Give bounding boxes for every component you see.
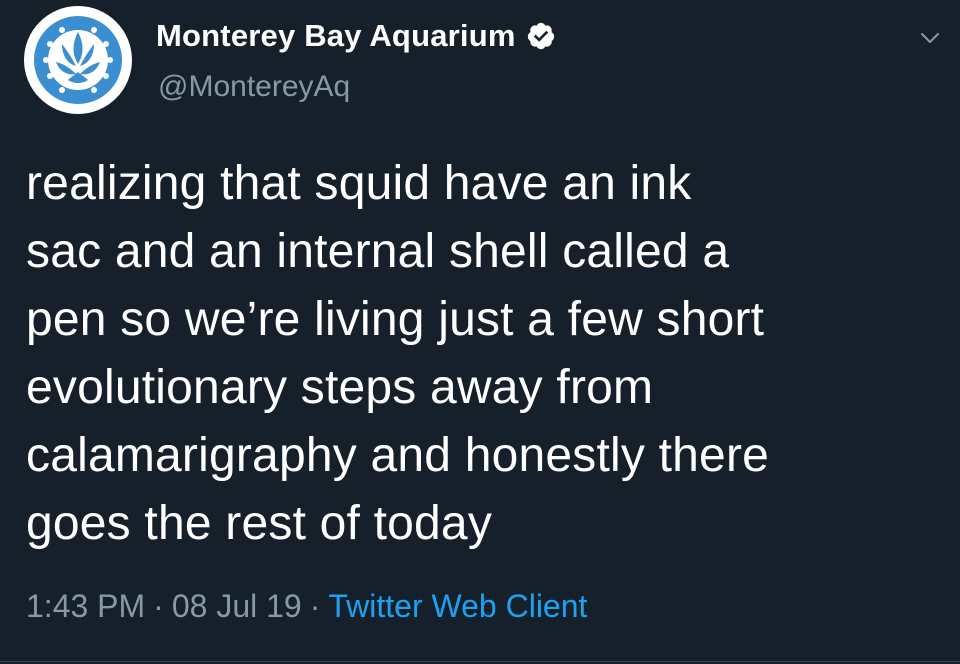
- tweet-card: Monterey Bay Aquarium @MontereyAq realiz…: [0, 0, 960, 664]
- tweet-time[interactable]: 1:43 PM: [26, 588, 145, 625]
- monterey-bay-aquarium-logo-icon: [34, 16, 122, 104]
- verified-badge-icon: [527, 22, 554, 50]
- meta-separator: ·: [309, 588, 321, 624]
- chevron-down-icon[interactable]: [918, 26, 942, 50]
- meta-separator: ·: [153, 588, 164, 624]
- display-name[interactable]: Monterey Bay Aquarium: [156, 18, 516, 54]
- divider: [0, 661, 960, 662]
- tweet-metadata: 1:43 PM · 08 Jul 19 · Twitter Web Client: [26, 588, 587, 625]
- author-handle[interactable]: @MontereyAq: [158, 70, 350, 104]
- author-name-row[interactable]: Monterey Bay Aquarium: [156, 16, 556, 56]
- avatar[interactable]: [24, 6, 132, 114]
- tweet-client-link[interactable]: Twitter Web Client: [328, 588, 587, 625]
- tweet-text: realizing that squid have an ink sac and…: [26, 157, 770, 550]
- tweet-date[interactable]: 08 Jul 19: [172, 588, 302, 625]
